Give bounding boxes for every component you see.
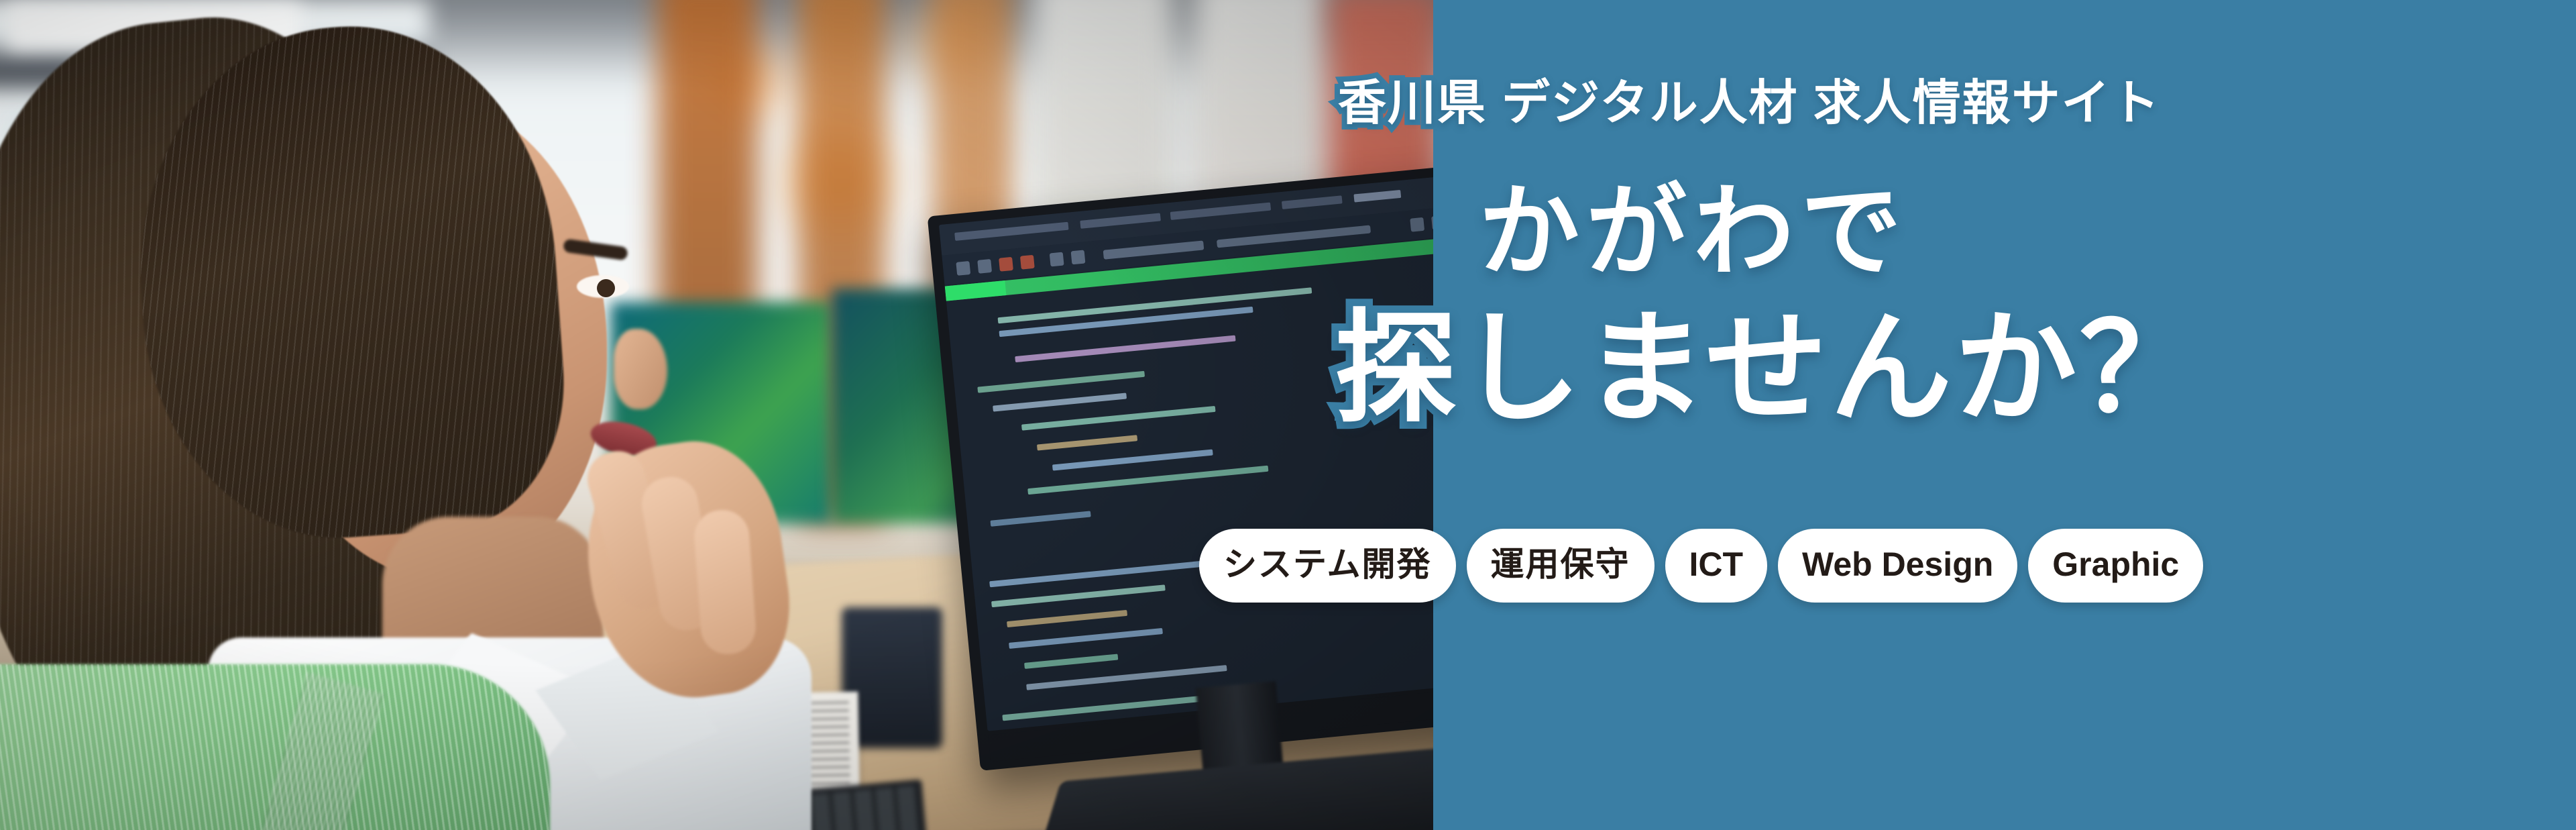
hero-content: 香川県 デジタル人材 求人情報サイト かがわで 探しませんか？ システム開発 運… xyxy=(0,0,2576,830)
category-pill-operation-maintenance[interactable]: 運用保守 xyxy=(1466,529,1655,603)
category-pill-graphic[interactable]: Graphic xyxy=(2028,529,2204,603)
headline-line-2: 探しませんか？ xyxy=(1327,300,2209,437)
hero-headline: かがわで 探しませんか？ xyxy=(1327,174,2209,437)
category-pill-ict[interactable]: ICT xyxy=(1665,529,1768,603)
site-tagline: 香川県 デジタル人材 求人情報サイト xyxy=(1333,74,2165,133)
category-pill-list: システム開発 運用保守 ICT Web Design Graphic xyxy=(1199,529,2204,603)
category-pill-web-design[interactable]: Web Design xyxy=(1778,529,2018,603)
category-pill-system-development[interactable]: システム開発 xyxy=(1199,529,1456,603)
headline-line-1: かがわで xyxy=(1471,174,1909,289)
hero-banner: 香川県 デジタル人材 求人情報サイト かがわで 探しませんか？ システム開発 運… xyxy=(0,0,2576,830)
